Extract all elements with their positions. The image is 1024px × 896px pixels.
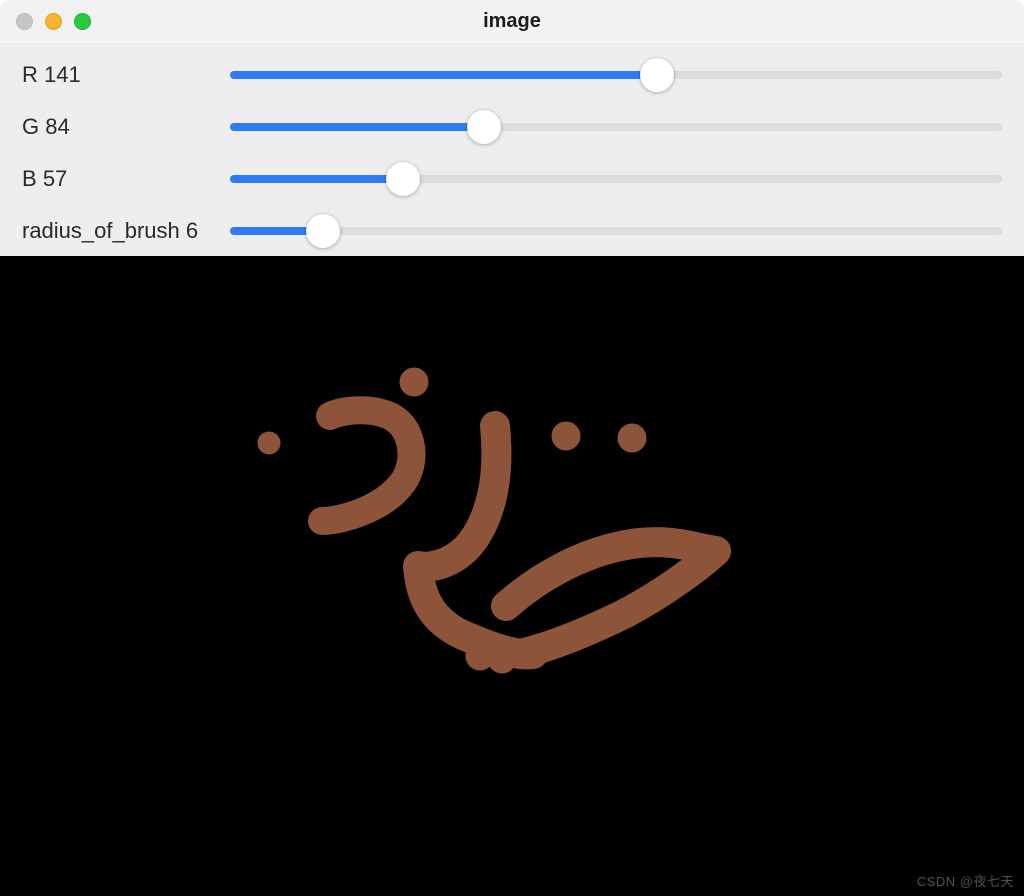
slider-fill: [230, 123, 484, 131]
app-window: image R 141 G 84: [0, 0, 1024, 896]
slider-thumb[interactable]: [467, 110, 501, 144]
slider-value: 84: [45, 114, 69, 139]
slider-track-g[interactable]: [230, 123, 1002, 131]
slider-row-b: B 57: [22, 166, 1002, 192]
drawing-canvas[interactable]: CSDN @夜七天: [0, 256, 1024, 896]
slider-label: radius_of_brush 6: [22, 218, 220, 244]
slider-track-r[interactable]: [230, 71, 1002, 79]
slider-row-r: R 141: [22, 62, 1002, 88]
slider-fill: [230, 175, 403, 183]
watermark: CSDN @夜七天: [917, 871, 1014, 890]
slider-fill: [230, 71, 657, 79]
slider-label: R 141: [22, 62, 220, 88]
slider-label: B 57: [22, 166, 220, 192]
brush-strokes: [0, 256, 1024, 896]
window-title: image: [0, 10, 1024, 33]
minimize-icon[interactable]: [45, 13, 62, 30]
slider-row-g: G 84: [22, 114, 1002, 140]
slider-label: G 84: [22, 114, 220, 140]
slider-row-radius: radius_of_brush 6: [22, 218, 1002, 244]
slider-value: 141: [44, 62, 81, 87]
slider-thumb[interactable]: [640, 58, 674, 92]
maximize-icon[interactable]: [74, 13, 91, 30]
slider-name: B: [22, 166, 37, 191]
slider-name: G: [22, 114, 39, 139]
slider-value: 57: [43, 166, 67, 191]
slider-name: radius_of_brush: [22, 218, 180, 243]
titlebar: image: [0, 0, 1024, 44]
slider-thumb[interactable]: [386, 162, 420, 196]
close-icon[interactable]: [16, 13, 33, 30]
slider-track-radius[interactable]: [230, 227, 1002, 235]
sliders-panel: R 141 G 84 B 57: [0, 44, 1024, 256]
slider-track-b[interactable]: [230, 175, 1002, 183]
slider-thumb[interactable]: [306, 214, 340, 248]
slider-value: 6: [186, 218, 198, 243]
slider-name: R: [22, 62, 38, 87]
traffic-lights: [16, 13, 91, 30]
